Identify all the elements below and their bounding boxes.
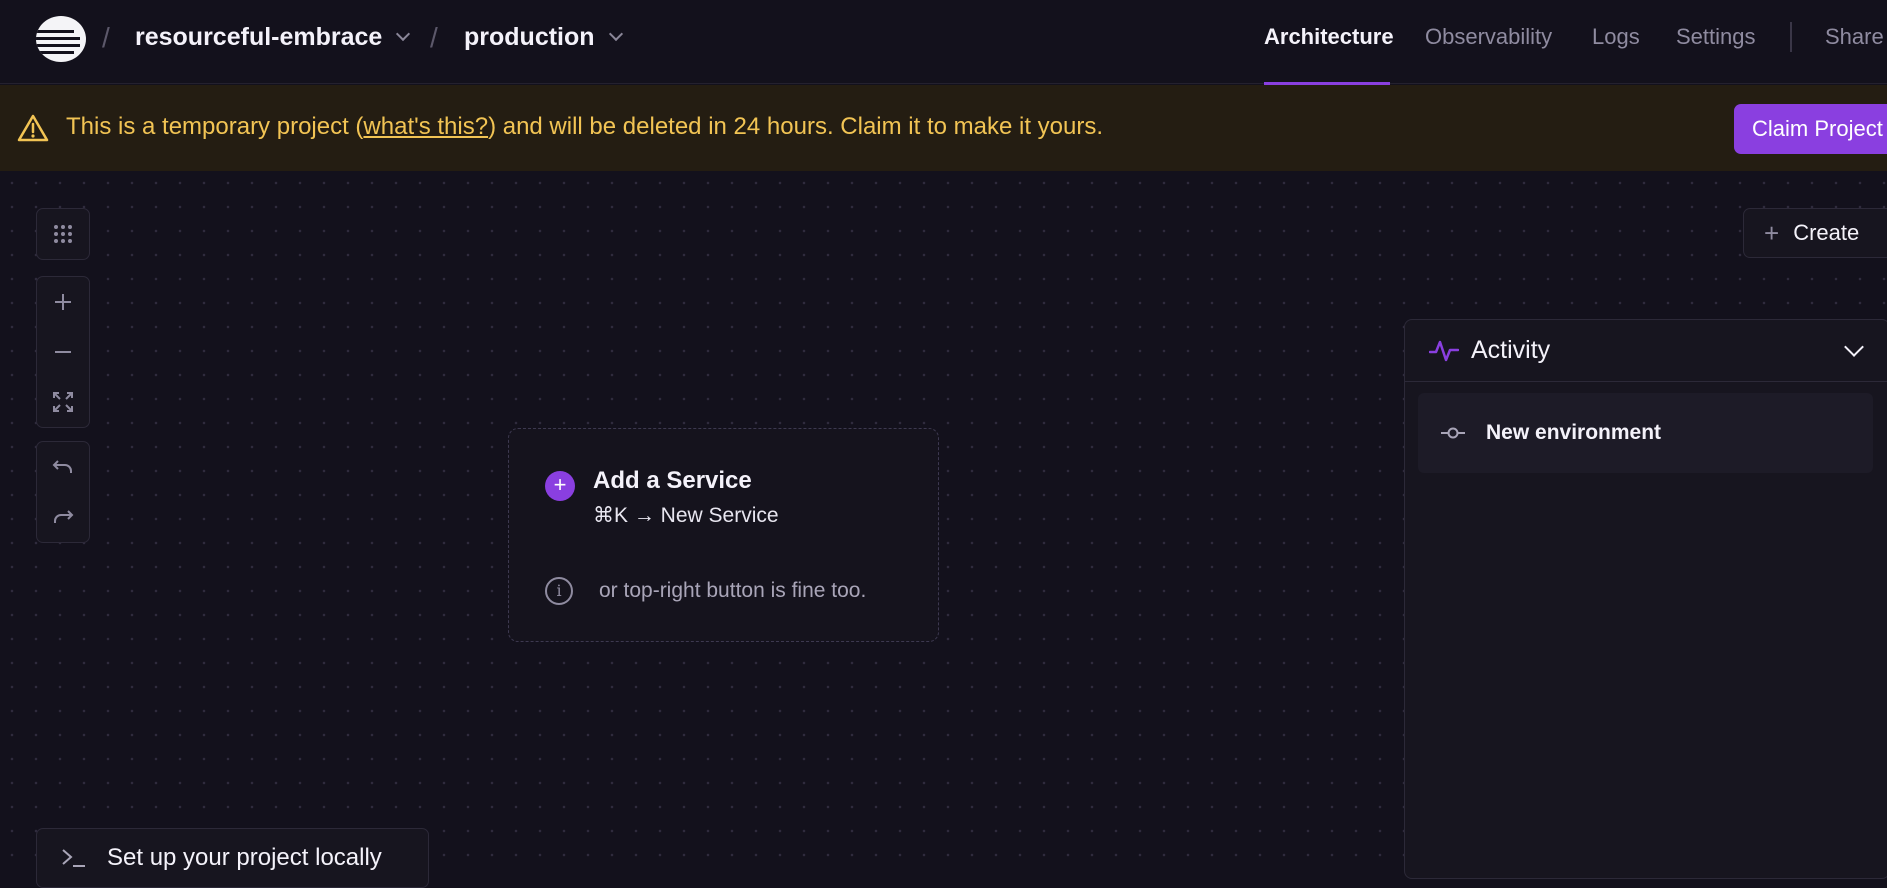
banner-text-after: ) and will be deleted in 24 hours. Claim… — [488, 113, 1104, 140]
create-label: Create — [1793, 220, 1860, 245]
top-nav: / resourceful-embrace / production Archi… — [0, 0, 1887, 85]
tab-observability[interactable]: Observability — [1425, 24, 1552, 50]
banner-message: This is a temporary project (what's this… — [66, 113, 1103, 141]
canvas-zoom-toolbox — [36, 276, 90, 428]
tab-architecture[interactable]: Architecture — [1264, 24, 1394, 50]
banner-text-before: This is a temporary project ( — [66, 113, 364, 140]
chevron-down-icon[interactable] — [1844, 337, 1864, 357]
activity-panel: Activity New environment — [1404, 319, 1887, 879]
activity-header[interactable]: Activity — [1405, 320, 1887, 382]
zoom-in-button[interactable] — [37, 277, 89, 327]
tab-logs[interactable]: Logs — [1592, 24, 1640, 50]
canvas-history-toolbox — [36, 441, 90, 543]
zoom-out-button[interactable] — [37, 327, 89, 377]
railway-logo-icon[interactable] — [36, 16, 86, 62]
share-button[interactable]: Share — [1825, 24, 1884, 50]
project-name: resourceful-embrace — [135, 23, 383, 51]
activity-pulse-icon — [1429, 340, 1459, 361]
tab-settings[interactable]: Settings — [1676, 24, 1756, 50]
project-selector[interactable]: resourceful-embrace — [135, 23, 411, 52]
add-service-icon: + — [545, 471, 575, 501]
setup-locally-label: Set up your project locally — [107, 844, 382, 871]
fit-view-button[interactable] — [37, 377, 89, 427]
activity-item[interactable]: New environment — [1418, 393, 1873, 473]
commit-icon — [1441, 427, 1465, 439]
redo-button[interactable] — [37, 492, 89, 542]
environment-selector[interactable]: production — [464, 23, 623, 52]
activity-item-label: New environment — [1486, 421, 1662, 444]
redo-icon — [54, 510, 74, 523]
chevron-down-icon — [608, 26, 623, 41]
plus-icon: + — [1764, 217, 1780, 248]
breadcrumb-separator: / — [430, 22, 438, 53]
activity-title: Activity — [1471, 336, 1551, 364]
add-service-title: Add a Service — [593, 467, 752, 494]
terminal-icon — [62, 849, 85, 867]
chevron-down-icon — [396, 26, 411, 41]
environment-name: production — [464, 23, 595, 51]
add-service-card[interactable]: + Add a Service ⌘K → New Service i or to… — [508, 428, 939, 642]
info-icon: i — [545, 577, 573, 605]
plus-icon — [55, 294, 71, 310]
warning-icon — [17, 114, 49, 142]
create-button[interactable]: + Create — [1743, 208, 1887, 258]
grid-layout-button[interactable] — [37, 209, 89, 259]
nav-divider — [1790, 22, 1792, 52]
breadcrumb-separator: / — [102, 22, 110, 53]
minus-icon — [55, 351, 71, 353]
undo-button[interactable] — [37, 442, 89, 492]
add-service-hint: or top-right button is fine too. — [599, 579, 867, 602]
expand-icon — [53, 392, 73, 412]
grid-dots-icon — [54, 225, 72, 243]
whats-this-link[interactable]: what's this? — [363, 113, 488, 140]
add-service-shortcut: ⌘K → New Service — [593, 504, 779, 527]
setup-locally-button[interactable]: Set up your project locally — [36, 828, 429, 888]
undo-icon — [52, 460, 72, 473]
claim-project-button[interactable]: Claim Project — [1734, 104, 1887, 154]
canvas-layout-toolbox — [36, 208, 90, 260]
